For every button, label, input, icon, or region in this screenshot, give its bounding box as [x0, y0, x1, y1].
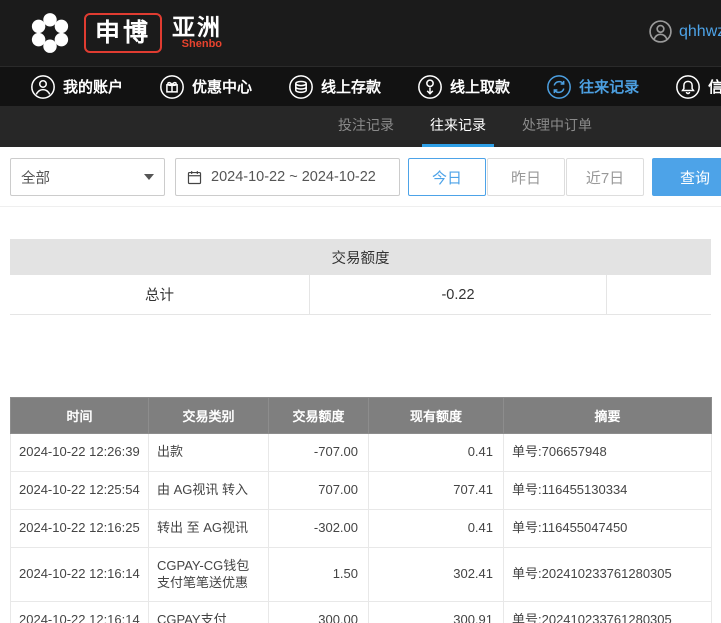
tab-bet-records[interactable]: 投注记录: [330, 106, 402, 147]
deposit-icon: [288, 74, 314, 100]
nav-item-promotions[interactable]: 优惠中心: [159, 74, 252, 100]
username: qhhwz: [679, 22, 721, 40]
category-select[interactable]: 全部: [10, 158, 165, 196]
withdraw-icon: [417, 74, 443, 100]
category-select-value: 全部: [21, 170, 50, 187]
cell-amount: 300.00: [268, 601, 369, 623]
nav-label: 往来记录: [579, 79, 640, 96]
brand-name-en: Shenbo: [181, 38, 223, 51]
cell-type: 转出 至 AG视讯: [148, 508, 269, 548]
date-range-input[interactable]: 2024-10-22 ~ 2024-10-22: [175, 158, 400, 196]
table-row: 2024-10-22 12:16:14 CGPAY支付 300.00 300.9…: [10, 601, 712, 623]
chevron-down-icon: [144, 174, 154, 180]
summary-empty-cell: [607, 275, 711, 314]
cell-memo: 单号:116455130334: [503, 470, 712, 510]
nav-label: 我的账户: [63, 79, 124, 96]
table-row: 2024-10-22 12:16:25 转出 至 AG视讯 -302.00 0.…: [10, 508, 712, 548]
table-row: 2024-10-22 12:26:39 出款 -707.00 0.41 单号:7…: [10, 433, 712, 472]
main-nav: 我的账户 优惠中心 线上存款 线上取款 往来记录 信: [0, 66, 721, 106]
summary-total-label: 总计: [10, 275, 310, 314]
brand-region: 亚洲: [172, 14, 223, 41]
nav-item-account[interactable]: 我的账户: [30, 74, 123, 100]
search-button[interactable]: 查询: [652, 158, 721, 196]
cell-memo: 单号:706657948: [503, 433, 712, 472]
cell-balance: 300.91: [368, 601, 504, 623]
nav-label: 信息: [708, 79, 721, 96]
col-amount: 交易额度: [268, 397, 369, 434]
records-table: 时间 交易类别 交易额度 现有额度 摘要 2024-10-22 12:26:39…: [10, 397, 712, 623]
nav-item-withdrawal[interactable]: 线上取款: [417, 74, 510, 100]
tab-pending-orders[interactable]: 处理中订单: [514, 106, 600, 147]
summary-header: 交易额度: [10, 239, 711, 275]
bell-icon: [675, 74, 701, 100]
cell-balance: 302.41: [368, 546, 504, 603]
last7days-button[interactable]: 近7日: [566, 158, 644, 196]
cell-time: 2024-10-22 12:25:54: [10, 470, 149, 510]
brand-name-cn: 申博: [84, 12, 163, 54]
nav-label: 优惠中心: [192, 79, 253, 96]
records-tabs: 投注记录 往来记录 处理中订单: [0, 106, 721, 147]
gift-icon: [159, 74, 185, 100]
cell-time: 2024-10-22 12:16:25: [10, 508, 149, 548]
cell-time: 2024-10-22 12:26:39: [10, 433, 149, 472]
transfer-records-icon: [546, 74, 572, 100]
cell-amount: 1.50: [268, 546, 369, 603]
cell-balance: 0.41: [368, 508, 504, 548]
records-table-section: 时间 交易类别 交易额度 现有额度 摘要 2024-10-22 12:26:39…: [10, 397, 712, 623]
calendar-icon: [186, 169, 203, 186]
date-range-value: 2024-10-22 ~ 2024-10-22: [211, 169, 376, 185]
cell-memo: 单号:116455047450: [503, 508, 712, 548]
col-memo: 摘要: [503, 397, 712, 434]
nav-item-records[interactable]: 往来记录: [546, 74, 639, 100]
filter-bar: 全部 2024-10-22 ~ 2024-10-22 今日 昨日 近7日 查询: [0, 147, 721, 207]
cell-balance: 707.41: [368, 470, 504, 510]
cell-type: CGPAY支付: [148, 601, 269, 623]
nav-label: 线上取款: [450, 79, 511, 96]
nav-item-deposit[interactable]: 线上存款: [288, 74, 381, 100]
table-row: 2024-10-22 12:25:54 由 AG视讯 转入 707.00 707…: [10, 470, 712, 510]
flower-logo-icon: [26, 9, 74, 57]
cell-balance: 0.41: [368, 433, 504, 472]
brand-logo[interactable]: 申博 亚洲 Shenbo: [26, 9, 222, 57]
cell-time: 2024-10-22 12:16:14: [10, 546, 149, 603]
cell-type: CGPAY-CG钱包支付笔笔送优惠: [148, 546, 269, 603]
summary-table: 交易额度 总计 -0.22: [10, 239, 711, 315]
page: 申博 亚洲 Shenbo qhhwz 我的账户 优惠中心 线上存款 线上取款 往…: [0, 0, 721, 623]
summary-total-value: -0.22: [310, 275, 607, 314]
col-time: 时间: [10, 397, 149, 434]
cell-memo: 单号:202410233761280305: [503, 546, 712, 603]
today-button[interactable]: 今日: [408, 158, 486, 196]
col-type: 交易类别: [148, 397, 269, 434]
user-icon: [30, 74, 56, 100]
cell-time: 2024-10-22 12:16:14: [10, 601, 149, 623]
cell-type: 出款: [148, 433, 269, 472]
user-menu[interactable]: qhhwz: [648, 19, 721, 44]
table-row: 2024-10-22 12:16:14 CGPAY-CG钱包支付笔笔送优惠 1.…: [10, 546, 712, 603]
cell-amount: -707.00: [268, 433, 369, 472]
yesterday-button[interactable]: 昨日: [487, 158, 565, 196]
user-avatar-icon: [648, 19, 673, 44]
cell-amount: 707.00: [268, 470, 369, 510]
cell-memo: 单号:202410233761280305: [503, 601, 712, 623]
top-header: 申博 亚洲 Shenbo qhhwz: [0, 0, 721, 66]
tab-transaction-records[interactable]: 往来记录: [422, 106, 494, 147]
summary-total-row: 总计 -0.22: [10, 275, 711, 315]
table-header-row: 时间 交易类别 交易额度 现有额度 摘要: [10, 397, 712, 434]
nav-item-messages[interactable]: 信息: [675, 74, 721, 100]
col-balance: 现有额度: [368, 397, 504, 434]
nav-label: 线上存款: [321, 79, 382, 96]
cell-amount: -302.00: [268, 508, 369, 548]
cell-type: 由 AG视讯 转入: [148, 470, 269, 510]
